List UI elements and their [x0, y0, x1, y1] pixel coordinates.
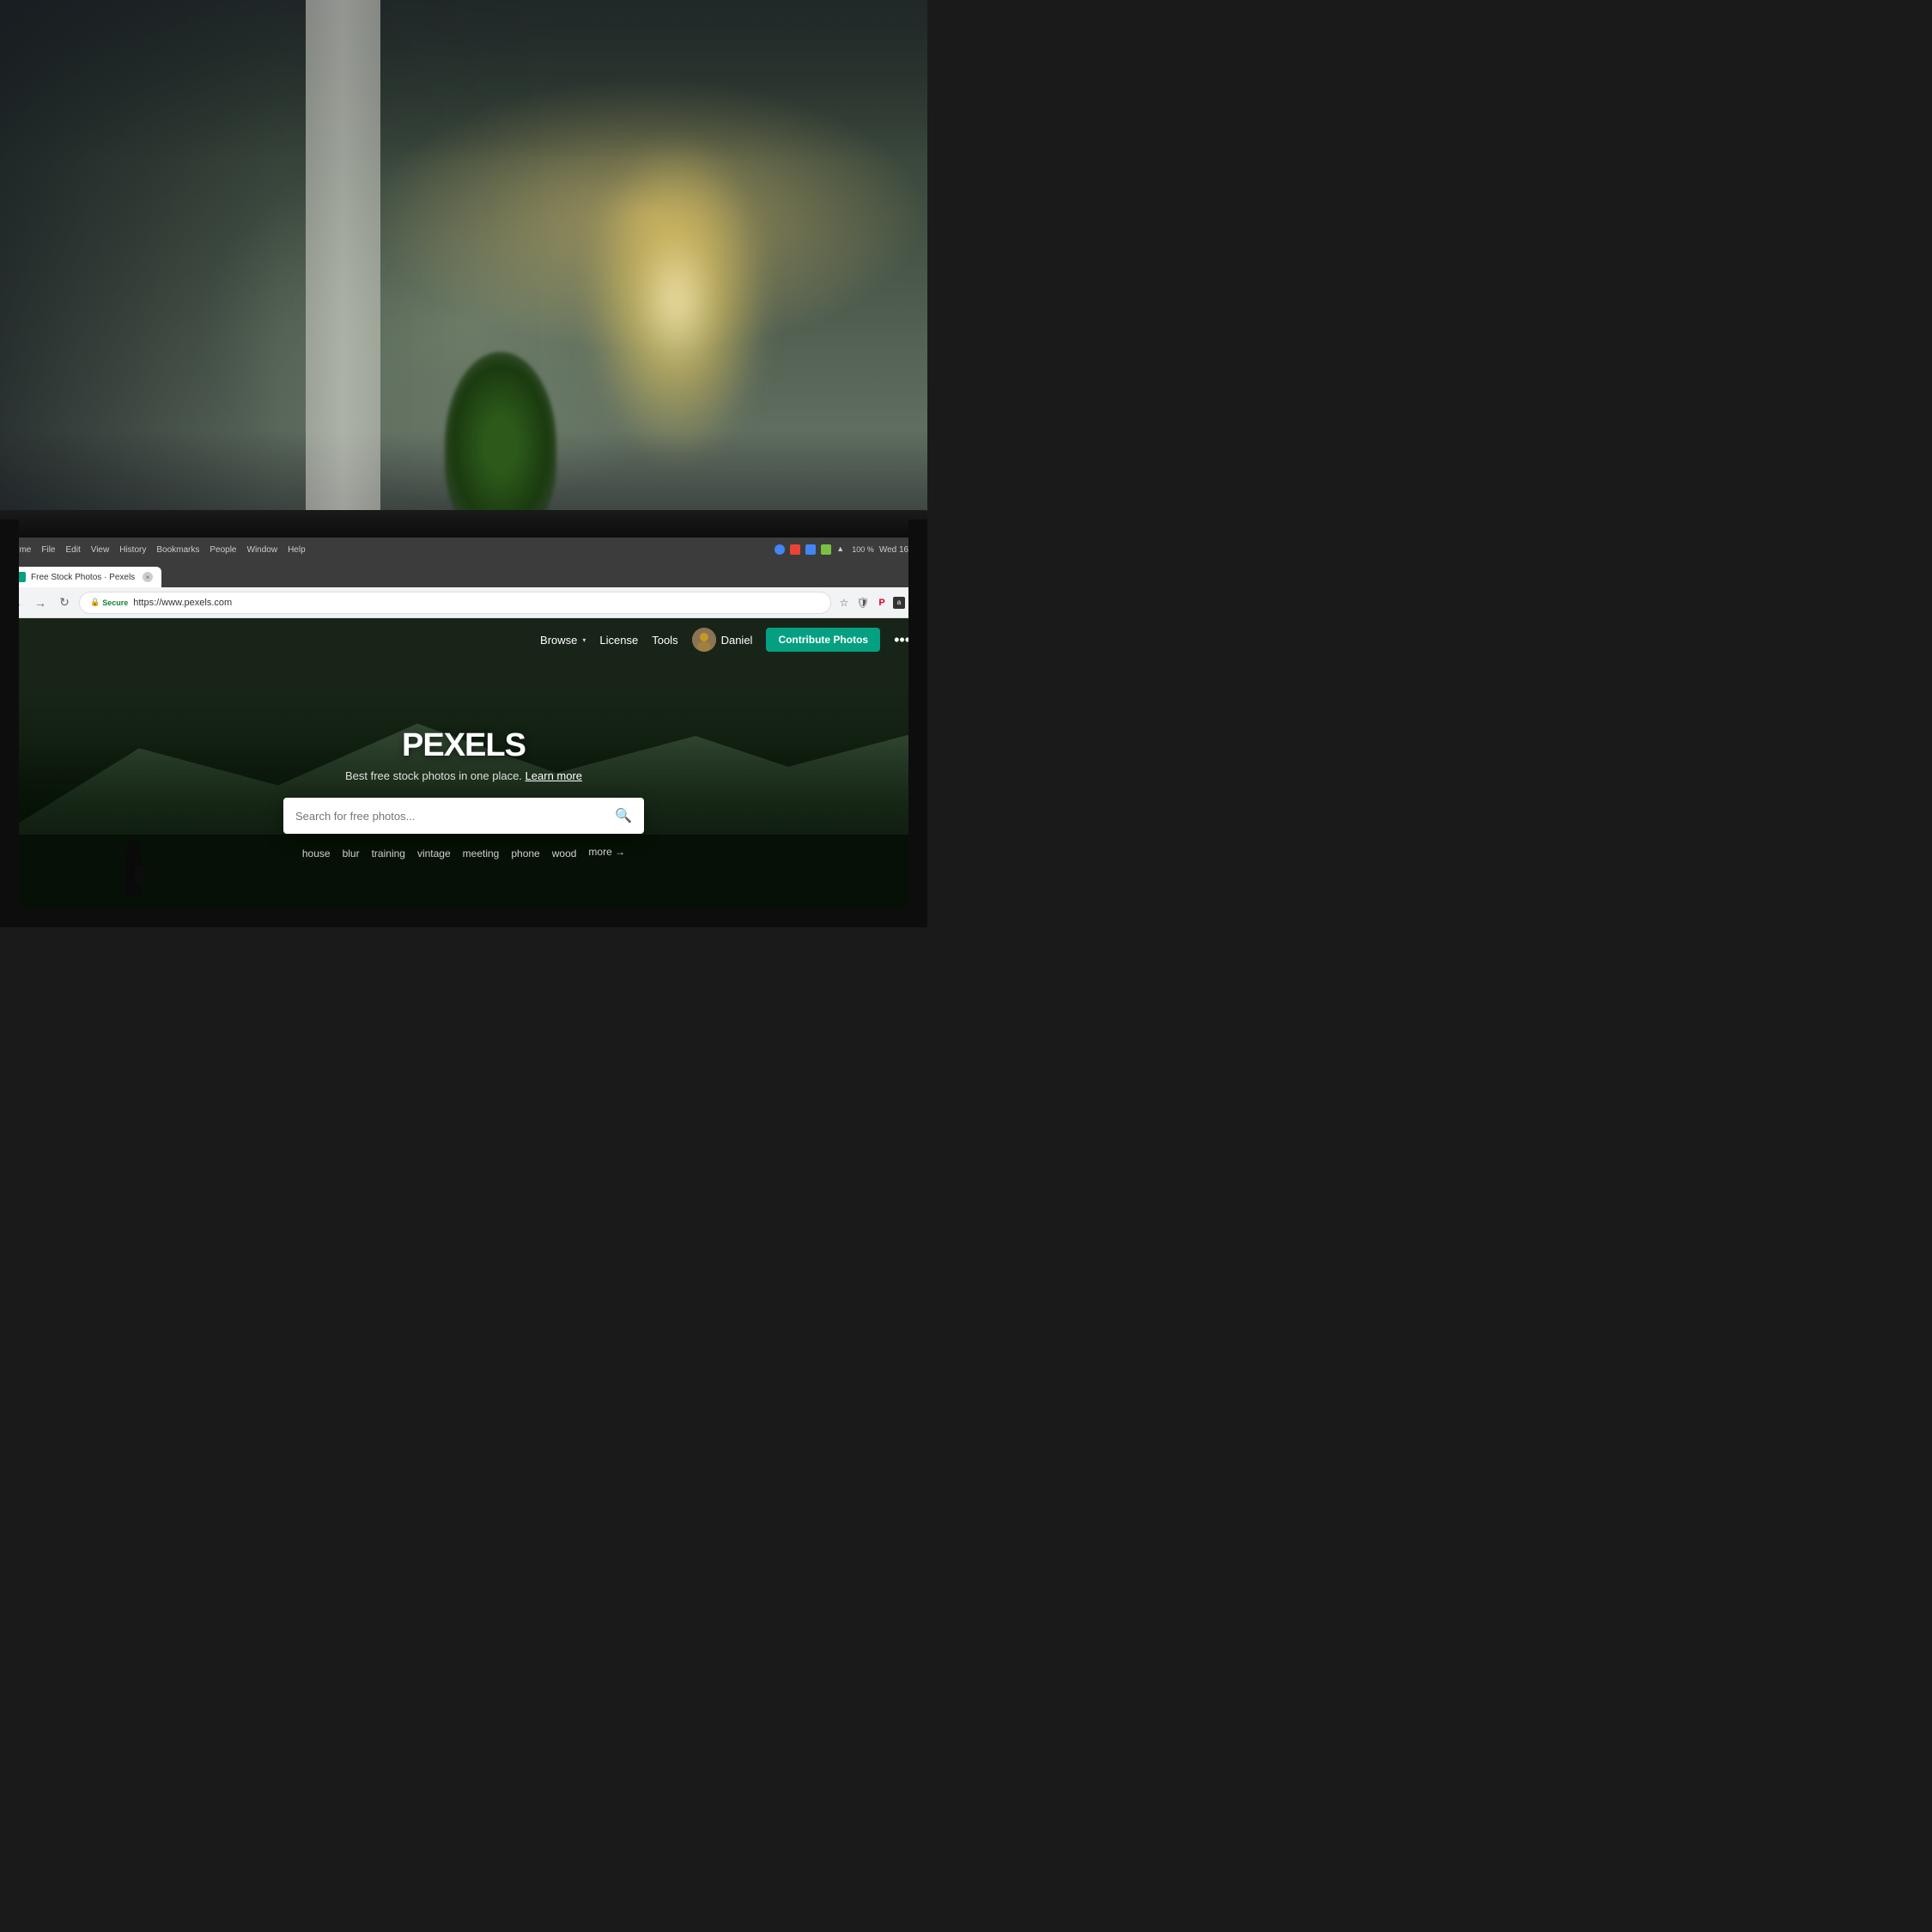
ext-icon-1[interactable]: a [893, 597, 905, 609]
pexels-site: Browse ▾ License Tools Daniel Contri [0, 618, 927, 927]
user-avatar[interactable] [692, 628, 716, 652]
user-name: Daniel [721, 634, 753, 647]
shield-icon[interactable]: 🛡 [855, 595, 871, 611]
secure-badge: 🔒 Secure [90, 598, 128, 607]
user-section: Daniel [692, 628, 753, 652]
browse-button[interactable]: Browse ▾ [540, 634, 586, 647]
menu-item-file[interactable]: File [41, 545, 55, 555]
pexels-tagline: Best free stock photos in one place. Lea… [345, 769, 582, 782]
tab-title: Free Stock Photos · Pexels [31, 573, 137, 582]
search-icon[interactable]: 🔍 [615, 807, 632, 824]
chrome-menu-items: hrome File Edit View History Bookmarks P… [7, 545, 306, 555]
active-tab[interactable]: Free Stock Photos · Pexels × [7, 567, 161, 587]
pinterest-icon[interactable]: P [874, 595, 890, 611]
menu-item-edit[interactable]: Edit [65, 545, 80, 555]
chevron-down-icon: ▾ [582, 636, 586, 644]
search-suggestions: house blur training vintage meeting phon… [302, 846, 625, 861]
secure-label: Secure [102, 598, 128, 607]
browse-label: Browse [540, 634, 577, 647]
menu-item-people[interactable]: People [210, 545, 236, 555]
browser-window: hrome File Edit View History Bookmarks P… [0, 538, 927, 927]
suggestion-meeting[interactable]: meeting [463, 846, 500, 861]
address-field[interactable]: 🔒 Secure https://www.pexels.com [79, 592, 831, 614]
system-icons: ▲ 100 % Wed 16:15 [775, 544, 920, 555]
app-icon-1 [821, 544, 831, 555]
chrome-titlebar: hrome File Edit View History Bookmarks P… [0, 538, 927, 562]
suggestion-blur[interactable]: blur [343, 846, 360, 861]
refresh-button[interactable]: ↻ [55, 593, 74, 612]
calendar-icon [805, 544, 816, 555]
lock-icon: 🔒 [90, 598, 100, 607]
tools-button[interactable]: Tools [652, 634, 677, 647]
gmail-icon [775, 544, 785, 555]
menu-item-bookmarks[interactable]: Bookmarks [156, 545, 199, 555]
suggestion-wood[interactable]: wood [552, 846, 577, 861]
contribute-photos-button[interactable]: Contribute Photos [766, 628, 880, 652]
laptop-frame-right [908, 519, 927, 927]
search-bar[interactable]: 🔍 [283, 798, 644, 834]
laptop-bezel-top [0, 510, 927, 538]
license-button[interactable]: License [599, 634, 638, 647]
pexels-nav-right: Browse ▾ License Tools Daniel Contri [540, 628, 910, 652]
laptop-frame-bottom [0, 908, 927, 927]
pexels-navbar: Browse ▾ License Tools Daniel Contri [0, 618, 927, 661]
google-drive-icon [790, 544, 800, 555]
search-input[interactable] [295, 810, 606, 823]
suggestion-training[interactable]: training [372, 846, 405, 861]
bg-column [306, 0, 380, 556]
pexels-logo: PEXELS [402, 727, 526, 764]
learn-more-link[interactable]: Learn more [526, 769, 582, 782]
address-bar-row: ← → ↻ 🔒 Secure https://www.pexels.com ☆ … [0, 587, 927, 618]
browser-icons-right: ☆ 🛡 P a ✕ [836, 595, 920, 611]
suggestion-vintage[interactable]: vintage [417, 846, 451, 861]
menu-item-help[interactable]: Help [288, 545, 306, 555]
forward-button[interactable]: → [31, 593, 50, 612]
wifi-icon: ▲ [836, 544, 847, 555]
more-options-button[interactable]: ••• [894, 631, 910, 649]
url-display: https://www.pexels.com [133, 598, 232, 608]
more-suggestions-link[interactable]: more → [588, 846, 625, 861]
bookmark-icon[interactable]: ☆ [836, 595, 852, 611]
pexels-hero-content: PEXELS Best free stock photos in one pla… [0, 661, 927, 927]
menu-item-view[interactable]: View [91, 545, 110, 555]
tagline-text: Best free stock photos in one place. [345, 769, 522, 782]
suggestion-house[interactable]: house [302, 846, 331, 861]
laptop-frame-left [0, 519, 19, 927]
menu-item-window[interactable]: Window [247, 545, 278, 555]
tab-bar: Free Stock Photos · Pexels × [0, 562, 927, 587]
battery-percentage: 100 % [852, 545, 874, 554]
menu-item-history[interactable]: History [119, 545, 146, 555]
tab-close-button[interactable]: × [143, 572, 153, 582]
suggestion-phone[interactable]: phone [511, 846, 539, 861]
bg-light-burst [584, 139, 769, 464]
